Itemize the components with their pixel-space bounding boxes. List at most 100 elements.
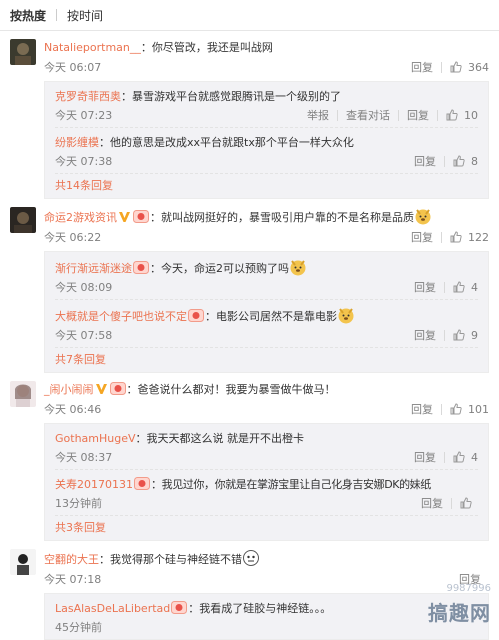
reply-item: GothamHugeV：我天天都这么说 就是开不出橙卡 今天 08:37 回复 …: [55, 424, 478, 470]
comment-time: 今天 06:22: [44, 231, 102, 244]
level-badge-icon: [171, 601, 188, 614]
reply-item: 大概就是个傻子吧也说不定 ：电影公司居然不是靠电影 今天 07:58 回复 9: [55, 300, 478, 348]
sort-by-time-tab[interactable]: 按时间: [67, 7, 103, 24]
like-count: 9: [471, 328, 478, 342]
like-button[interactable]: 122: [442, 231, 489, 244]
level-badge-icon: [133, 261, 149, 274]
avatar[interactable]: [10, 39, 36, 65]
like-count: 364: [468, 60, 489, 74]
comment-text: ：我觉得那个硅与神经链不错: [99, 553, 242, 566]
watermark-text: 搞趣网: [428, 601, 491, 625]
reply-text: ：今天，命运2可以预购了吗: [150, 262, 289, 275]
divider: [56, 9, 58, 21]
more-replies-link[interactable]: 共14条回复: [55, 174, 478, 198]
like-button[interactable]: 4: [445, 451, 478, 464]
more-replies-link[interactable]: 共3条回复: [55, 516, 478, 540]
comment-item: 命运2游戏资讯 ：就叫战网挺好的，暴雪吸引用户靠的不是名称是品质 今天 06:22…: [0, 199, 499, 373]
reply-button[interactable]: 回复: [406, 449, 444, 465]
like-button[interactable]: 4: [445, 281, 478, 294]
thumbs-up-icon: [450, 61, 462, 73]
reply-username[interactable]: 克罗奇菲西奥: [55, 90, 121, 103]
reply-time: 13分钟前: [55, 497, 102, 510]
reply-item: 关寿20170131 ：我见过你，你就是在掌游宝里让自己化身吉安娜DK的妹纸 13…: [55, 470, 478, 516]
reply-text: ：我天天都这么说 就是开不出橙卡: [135, 432, 305, 445]
reply-text: ：暴雪游戏平台就感觉跟腾讯是一个级别的了: [121, 90, 341, 103]
reply-list: GothamHugeV：我天天都这么说 就是开不出橙卡 今天 08:37 回复 …: [44, 423, 489, 541]
thumbs-up-icon: [453, 281, 465, 293]
reply-button[interactable]: 回复: [406, 153, 444, 169]
view-conversation-button[interactable]: 查看对话: [338, 107, 398, 123]
thumbs-up-icon: [453, 329, 465, 341]
avatar[interactable]: [10, 207, 36, 233]
reply-button[interactable]: 回复: [413, 495, 451, 511]
like-button[interactable]: 101: [442, 403, 489, 416]
like-count: 8: [471, 154, 478, 168]
reply-button[interactable]: 回复: [399, 107, 437, 123]
reply-item: 克罗奇菲西奥：暴雪游戏平台就感觉跟腾讯是一个级别的了 今天 07:23 举报 查…: [55, 82, 478, 128]
level-badge-icon: [109, 382, 126, 395]
reply-button[interactable]: 回复: [406, 279, 444, 295]
reply-button[interactable]: 回复: [406, 327, 444, 343]
reply-username[interactable]: 纷影缠模: [55, 136, 99, 149]
like-button[interactable]: 364: [442, 61, 489, 74]
reply-text: ：他的意思是改成xx平台就跟tx那个平台一样大众化: [99, 136, 354, 149]
reply-time: 45分钟前: [55, 621, 102, 634]
comment-item: _闹小闹闹 ：爸爸说什么都对！我要为暴雪做牛做马！ 今天 06:46 回复 101…: [0, 373, 499, 541]
reply-username[interactable]: 大概就是个傻子吧也说不定: [55, 310, 187, 323]
thumbs-up-icon: [450, 403, 462, 415]
watermark-number: 9987996: [446, 583, 491, 594]
watermark: 9987996 搞趣网: [359, 572, 499, 632]
reply-username[interactable]: GothamHugeV: [55, 432, 136, 445]
thumbs-up-icon: [460, 497, 472, 509]
like-count: 122: [468, 230, 489, 244]
reply-time: 今天 08:37: [55, 451, 113, 464]
verified-badge-icon: [95, 384, 107, 394]
reply-username[interactable]: 渐行渐远渐迷途: [55, 262, 132, 275]
reply-button[interactable]: 回复: [403, 59, 441, 75]
like-button[interactable]: 8: [445, 155, 478, 168]
level-badge-icon: [134, 477, 150, 490]
comment-username[interactable]: 命运2游戏资讯: [44, 211, 117, 224]
avatar[interactable]: [10, 381, 36, 407]
reply-button[interactable]: 回复: [403, 401, 441, 417]
reply-username[interactable]: LasAlasDeLaLibertad: [55, 602, 170, 615]
comment-time: 今天 07:18: [44, 573, 102, 586]
reply-username[interactable]: 关寿20170131: [55, 478, 133, 491]
comment-username[interactable]: Natalieportman__: [44, 41, 141, 54]
sort-bar: 按热度 按时间: [0, 0, 499, 31]
comment-text: ：你尽管改，我还是叫战网: [140, 41, 273, 54]
more-replies-link[interactable]: 共7条回复: [55, 348, 478, 372]
level-badge-icon: [188, 309, 204, 322]
level-badge-icon: [133, 210, 149, 223]
comment-username[interactable]: _闹小闹闹: [44, 383, 94, 396]
emoji-icon: [243, 550, 259, 566]
thumbs-up-icon: [450, 231, 462, 243]
like-count: 4: [471, 280, 478, 294]
thumbs-up-icon: [453, 451, 465, 463]
comment-username[interactable]: 空翻的大王: [44, 553, 99, 566]
reply-time: 今天 07:38: [55, 155, 113, 168]
reply-list: 渐行渐远渐迷途 ：今天，命运2可以预购了吗 今天 08:09 回复 4 大概就是个…: [44, 251, 489, 373]
comment-text: ：爸爸说什么都对！我要为暴雪做牛做马！: [126, 383, 336, 396]
comment-time: 今天 06:07: [44, 61, 102, 74]
doge-emoji-icon: [290, 260, 306, 276]
reply-item: 纷影缠模：他的意思是改成xx平台就跟tx那个平台一样大众化 今天 07:38 回…: [55, 128, 478, 174]
like-button[interactable]: 9: [445, 329, 478, 342]
verified-badge-icon: [119, 212, 130, 222]
comment-time: 今天 06:46: [44, 403, 102, 416]
reply-time: 今天 07:23: [55, 109, 113, 122]
like-count: 4: [471, 450, 478, 464]
reply-list: 克罗奇菲西奥：暴雪游戏平台就感觉跟腾讯是一个级别的了 今天 07:23 举报 查…: [44, 81, 489, 199]
sort-by-hot-tab[interactable]: 按热度: [10, 7, 46, 24]
reply-text: ：我见过你，你就是在掌游宝里让自己化身吉安娜DK的妹纸: [151, 478, 431, 491]
like-count: 101: [468, 402, 489, 416]
report-button[interactable]: 举报: [299, 107, 337, 123]
thumbs-up-icon: [453, 155, 465, 167]
comment-item: Natalieportman__：你尽管改，我还是叫战网 今天 06:07 回复…: [0, 31, 499, 199]
reply-time: 今天 07:58: [55, 329, 113, 342]
like-button[interactable]: [452, 497, 478, 509]
avatar[interactable]: [10, 549, 36, 575]
reply-text: ：电影公司居然不是靠电影: [205, 310, 337, 323]
like-button[interactable]: 10: [438, 109, 478, 122]
reply-button[interactable]: 回复: [403, 229, 441, 245]
